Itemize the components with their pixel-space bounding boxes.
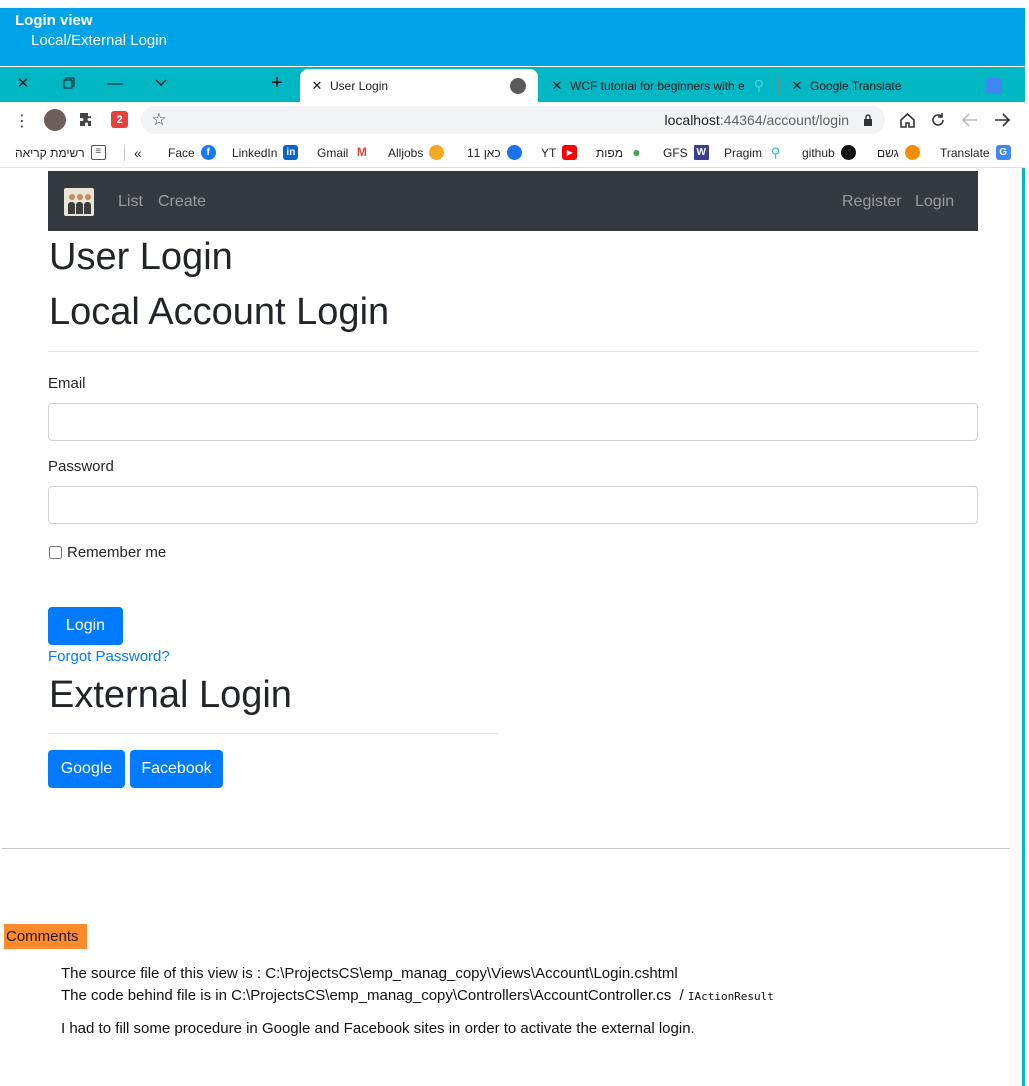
bookmark-github[interactable]: github — [802, 145, 856, 160]
page-divider — [2, 848, 1010, 849]
external-login-heading: External Login — [49, 674, 292, 716]
caption-banner: Login view Local/External Login — [0, 8, 1025, 66]
forward-arrow-icon[interactable] — [992, 110, 1012, 130]
google-login-button[interactable]: Google — [48, 750, 125, 788]
translate-icon: G — [995, 145, 1011, 160]
facebook-icon: f — [200, 145, 216, 160]
url-text: localhost:44364/account/login — [664, 112, 849, 128]
linkedin-icon: in — [283, 145, 299, 160]
home-icon[interactable] — [897, 110, 917, 130]
globe-icon — [510, 77, 526, 94]
bookmark-star-icon[interactable]: ☆ — [149, 110, 169, 130]
bookmark-pragim[interactable]: Pragim ⚲ — [724, 145, 784, 160]
tab-label: User Login — [330, 78, 389, 93]
nav-link-create[interactable]: Create — [158, 193, 206, 211]
window-edge — [1022, 168, 1025, 1086]
close-tab-icon[interactable]: ✕ — [550, 78, 564, 94]
site-navbar: List Create Register Login — [48, 171, 978, 231]
bookmark-linkedin[interactable]: LinkedIn in — [232, 145, 299, 160]
profile-avatar[interactable] — [44, 109, 66, 131]
tab-separator — [778, 77, 779, 93]
nav-link-list[interactable]: List — [118, 193, 143, 211]
bookmark-translate[interactable]: Translate G — [940, 145, 1011, 160]
login-button[interactable]: Login — [48, 607, 123, 645]
pragim-icon: ⚲ — [768, 145, 784, 160]
page-title: User Login — [49, 236, 233, 278]
youtube-icon: ▶ — [562, 145, 578, 160]
rain-icon — [904, 145, 920, 160]
new-tab-button[interactable]: + — [266, 73, 288, 95]
gfs-icon: W — [693, 145, 709, 160]
bookmark-yt[interactable]: YT ▶ — [541, 145, 578, 160]
bookmark-reading-list[interactable]: רשימת קריאה ≡ — [15, 145, 106, 160]
brand-logo[interactable] — [64, 188, 94, 216]
caption-subtitle: Local/External Login — [31, 32, 167, 49]
close-window-icon[interactable]: ✕ — [0, 67, 46, 99]
facebook-login-button[interactable]: Facebook — [130, 750, 223, 788]
gmail-icon: M — [354, 145, 370, 160]
restore-window-icon[interactable] — [46, 67, 92, 99]
remember-me[interactable]: Remember me — [48, 544, 166, 561]
password-field[interactable] — [48, 486, 978, 524]
bookmarks-separator — [124, 145, 125, 161]
forgot-password-link[interactable]: Forgot Password? — [48, 648, 170, 665]
comment-code-behind: The code behind file is in C:\ProjectsCS… — [61, 987, 774, 1004]
minimize-window-icon[interactable]: — — [92, 67, 138, 99]
tab-label: WCF tutorial for beginners with e — [570, 78, 745, 93]
nav-link-register[interactable]: Register — [842, 193, 902, 211]
extensions-icon[interactable] — [78, 111, 96, 129]
code-type-name: IActionResult — [687, 990, 774, 1003]
reading-list-icon: ≡ — [90, 145, 106, 160]
comment-external-note: I had to fill some procedure in Google a… — [61, 1020, 695, 1037]
extension-badge-icon[interactable]: 2 — [111, 111, 128, 128]
bookmark-face[interactable]: Face f — [168, 145, 216, 160]
bookmark-alljobs[interactable]: Alljobs — [388, 145, 445, 160]
bookmark-kan11[interactable]: כאן 11 — [467, 145, 522, 160]
close-tab-icon[interactable]: ✕ — [790, 78, 804, 94]
tab-search-chevron-icon[interactable] — [138, 67, 184, 99]
tab-google-translate[interactable]: ✕ Google Translate — [780, 69, 1020, 102]
nav-link-login[interactable]: Login — [915, 193, 954, 211]
omnibox[interactable]: ☆ localhost:44364/account/login — [141, 106, 885, 134]
local-login-heading: Local Account Login — [49, 291, 390, 333]
bookmark-rain[interactable]: גשם — [877, 145, 920, 160]
translate-icon — [986, 77, 1002, 94]
pragim-icon: ⚲ — [753, 77, 764, 93]
alljobs-icon — [429, 145, 445, 160]
remember-me-label: Remember me — [67, 544, 167, 561]
bookmarks-bar: רשימת קריאה ≡ « Face f LinkedIn in Gmail… — [0, 138, 1025, 168]
browser-tab-strip: ✕ — + ✕ User Login ✕ WCF tutorial for be… — [0, 67, 1025, 102]
github-icon — [840, 145, 856, 160]
back-arrow-icon[interactable] — [960, 110, 980, 130]
address-bar-row: ⋮ 2 ☆ localhost:44364/account/login — [0, 102, 1025, 138]
reload-icon[interactable] — [928, 110, 948, 130]
heading-divider — [48, 351, 978, 352]
bookmark-gfs[interactable]: GFS W — [663, 145, 709, 160]
password-label: Password — [48, 458, 114, 475]
more-bookmarks-chevron-icon[interactable]: « — [134, 145, 142, 161]
close-tab-icon[interactable]: ✕ — [310, 78, 324, 94]
tab-user-login[interactable]: ✕ User Login — [300, 69, 538, 102]
kan11-icon — [506, 145, 522, 160]
tab-wcf-tutorial[interactable]: ✕ WCF tutorial for beginners with e ⚲ — [540, 69, 772, 102]
bookmark-gmail[interactable]: Gmail M — [317, 145, 370, 160]
remember-me-checkbox[interactable] — [49, 546, 62, 559]
external-divider — [48, 733, 498, 734]
menu-dots-icon[interactable]: ⋮ — [12, 111, 32, 131]
tab-label: Google Translate — [810, 78, 902, 93]
email-field[interactable] — [48, 403, 978, 441]
lock-icon[interactable] — [861, 112, 875, 128]
email-label: Email — [48, 375, 86, 392]
bookmark-maps[interactable]: מפות ● — [596, 145, 644, 160]
comment-source-file: The source file of this view is : C:\Pro… — [61, 965, 678, 982]
maps-icon: ● — [628, 145, 644, 160]
caption-title: Login view — [15, 12, 93, 29]
comments-tag: Comments — [4, 924, 87, 949]
